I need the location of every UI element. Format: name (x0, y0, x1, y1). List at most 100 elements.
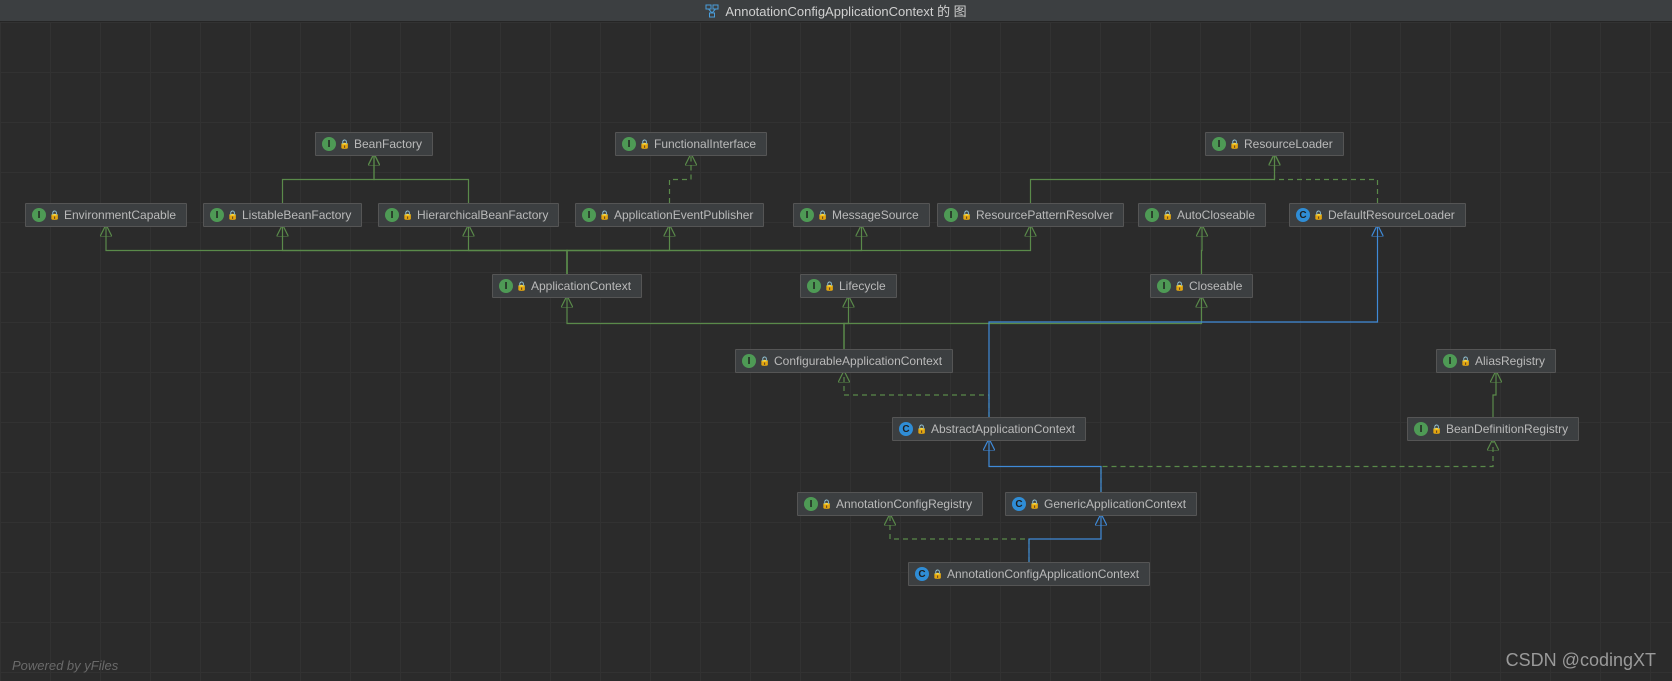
class-icon: C (915, 567, 929, 581)
node-abstractAppContext[interactable]: C 🔒 AbstractApplicationContext (892, 417, 1086, 441)
node-appEventPublisher[interactable]: I 🔒 ApplicationEventPublisher (575, 203, 764, 227)
interface-icon: I (385, 208, 399, 222)
interface-icon: I (1414, 422, 1428, 436)
lock-icon: 🔒 (825, 281, 835, 291)
node-closeable[interactable]: I 🔒 Closeable (1150, 274, 1253, 298)
edge-applicationContext-to-listableBeanFactory (283, 227, 568, 274)
node-aliasRegistry[interactable]: I 🔒 AliasRegistry (1436, 349, 1556, 373)
lock-icon: 🔒 (760, 356, 770, 366)
edge-hierarchicalBeanFactory-to-beanFactory (374, 156, 469, 203)
edge-beanDefinitionRegistry-to-aliasRegistry (1493, 373, 1496, 417)
interface-icon: I (804, 497, 818, 511)
edge-listableBeanFactory-to-beanFactory (283, 156, 375, 203)
lock-icon: 🔒 (640, 139, 650, 149)
edge-appEventPublisher-to-functionalInterface (670, 156, 692, 203)
node-label: ApplicationContext (531, 279, 631, 293)
edge-genericAppContext-to-abstractAppContext (989, 441, 1101, 492)
interface-icon: I (582, 208, 596, 222)
edge-annotationConfigAppCtx-to-genericAppContext (1029, 516, 1101, 562)
interface-icon: I (1145, 208, 1159, 222)
interface-icon: I (800, 208, 814, 222)
node-annotationConfigAppCtx[interactable]: C🔒AnnotationConfigApplicationContext (908, 562, 1150, 586)
lock-icon: 🔒 (933, 569, 943, 579)
node-messageSource[interactable]: I🔒MessageSource (793, 203, 930, 227)
interface-icon: I (944, 208, 958, 222)
node-label: AliasRegistry (1475, 354, 1545, 368)
lock-icon: 🔒 (962, 210, 972, 220)
node-label: HierarchicalBeanFactory (417, 208, 548, 222)
interface-icon: I (742, 354, 756, 368)
node-annotationConfigRegistry[interactable]: I🔒AnnotationConfigRegistry (797, 492, 983, 516)
abstract-class-icon: C (899, 422, 913, 436)
node-label: Closeable (1189, 279, 1242, 293)
node-label: GenericApplicationContext (1044, 497, 1186, 511)
lock-icon: 🔒 (228, 210, 238, 220)
lock-icon: 🔒 (1030, 499, 1040, 509)
lock-icon: 🔒 (600, 210, 610, 220)
node-label: ResourceLoader (1244, 137, 1333, 151)
node-label: FunctionalInterface (654, 137, 756, 151)
interface-icon: I (32, 208, 46, 222)
lock-icon: 🔒 (403, 210, 413, 220)
node-label: ResourcePatternResolver (976, 208, 1113, 222)
interface-icon: I (1443, 354, 1457, 368)
node-configurableAppContext[interactable]: I 🔒 ConfigurableApplicationContext (735, 349, 953, 373)
interface-icon: I (322, 137, 336, 151)
titlebar: AnnotationConfigApplicationContext 的 图 (0, 0, 1672, 22)
edge-defaultResourceLoader-to-resourceLoader (1275, 156, 1378, 203)
interface-icon: I (622, 137, 636, 151)
watermark-label: CSDN @codingXT (1506, 650, 1656, 671)
lock-icon: 🔒 (340, 139, 350, 149)
lock-icon: 🔒 (1230, 139, 1240, 149)
node-label: ListableBeanFactory (242, 208, 351, 222)
node-defaultResourceLoader[interactable]: C 🔒 DefaultResourceLoader (1289, 203, 1466, 227)
edge-configurableAppContext-to-lifecycle (844, 298, 849, 349)
interface-icon: I (807, 279, 821, 293)
edge-applicationContext-to-appEventPublisher (567, 227, 670, 274)
lock-icon: 🔒 (917, 424, 927, 434)
node-label: AbstractApplicationContext (931, 422, 1075, 436)
node-listableBeanFactory[interactable]: I 🔒 ListableBeanFactory (203, 203, 362, 227)
node-label: BeanDefinitionRegistry (1446, 422, 1568, 436)
diagram-icon (705, 4, 719, 18)
node-functionalInterface[interactable]: I 🔒 FunctionalInterface (615, 132, 767, 156)
edge-applicationContext-to-messageSource (567, 227, 862, 274)
interface-icon: I (210, 208, 224, 222)
lock-icon: 🔒 (1163, 210, 1173, 220)
lock-icon: 🔒 (1175, 281, 1185, 291)
node-genericAppContext[interactable]: C🔒GenericApplicationContext (1005, 492, 1197, 516)
edge-configurableAppContext-to-closeable (844, 298, 1202, 349)
edge-applicationContext-to-resourcePatternResolver (567, 227, 1031, 274)
edge-resourcePatternResolver-to-resourceLoader (1031, 156, 1275, 203)
node-hierarchicalBeanFactory[interactable]: I 🔒 HierarchicalBeanFactory (378, 203, 559, 227)
lock-icon: 🔒 (1461, 356, 1471, 366)
edge-genericAppContext-to-beanDefinitionRegistry (1101, 441, 1493, 492)
edge-applicationContext-to-environmentCapable (106, 227, 567, 274)
lock-icon: 🔒 (1314, 210, 1324, 220)
node-label: EnvironmentCapable (64, 208, 176, 222)
node-beanFactory[interactable]: I🔒BeanFactory (315, 132, 433, 156)
node-resourcePatternResolver[interactable]: I 🔒 ResourcePatternResolver (937, 203, 1124, 227)
interface-icon: I (1212, 137, 1226, 151)
node-beanDefinitionRegistry[interactable]: I 🔒 BeanDefinitionRegistry (1407, 417, 1579, 441)
interface-icon: I (499, 279, 513, 293)
lock-icon: 🔒 (517, 281, 527, 291)
node-environmentCapable[interactable]: I🔒EnvironmentCapable (25, 203, 187, 227)
lock-icon: 🔒 (1432, 424, 1442, 434)
node-label: ApplicationEventPublisher (614, 208, 753, 222)
node-label: MessageSource (832, 208, 919, 222)
diagram-canvas[interactable]: I🔒BeanFactoryI🔒FunctionalInterfaceI🔒Reso… (0, 22, 1672, 681)
interface-icon: I (1157, 279, 1171, 293)
class-icon: C (1296, 208, 1310, 222)
edge-applicationContext-to-hierarchicalBeanFactory (469, 227, 568, 274)
edge-configurableAppContext-to-applicationContext (567, 298, 844, 349)
node-autoCloseable[interactable]: I🔒AutoCloseable (1138, 203, 1266, 227)
node-label: DefaultResourceLoader (1328, 208, 1455, 222)
node-lifecycle[interactable]: I🔒Lifecycle (800, 274, 897, 298)
title-text: AnnotationConfigApplicationContext 的 图 (725, 1, 966, 20)
node-label: AnnotationConfigRegistry (836, 497, 972, 511)
node-applicationContext[interactable]: I 🔒 ApplicationContext (492, 274, 642, 298)
node-label: ConfigurableApplicationContext (774, 354, 942, 368)
powered-by-label: Powered by yFiles (12, 658, 118, 673)
node-resourceLoader[interactable]: I 🔒 ResourceLoader (1205, 132, 1344, 156)
